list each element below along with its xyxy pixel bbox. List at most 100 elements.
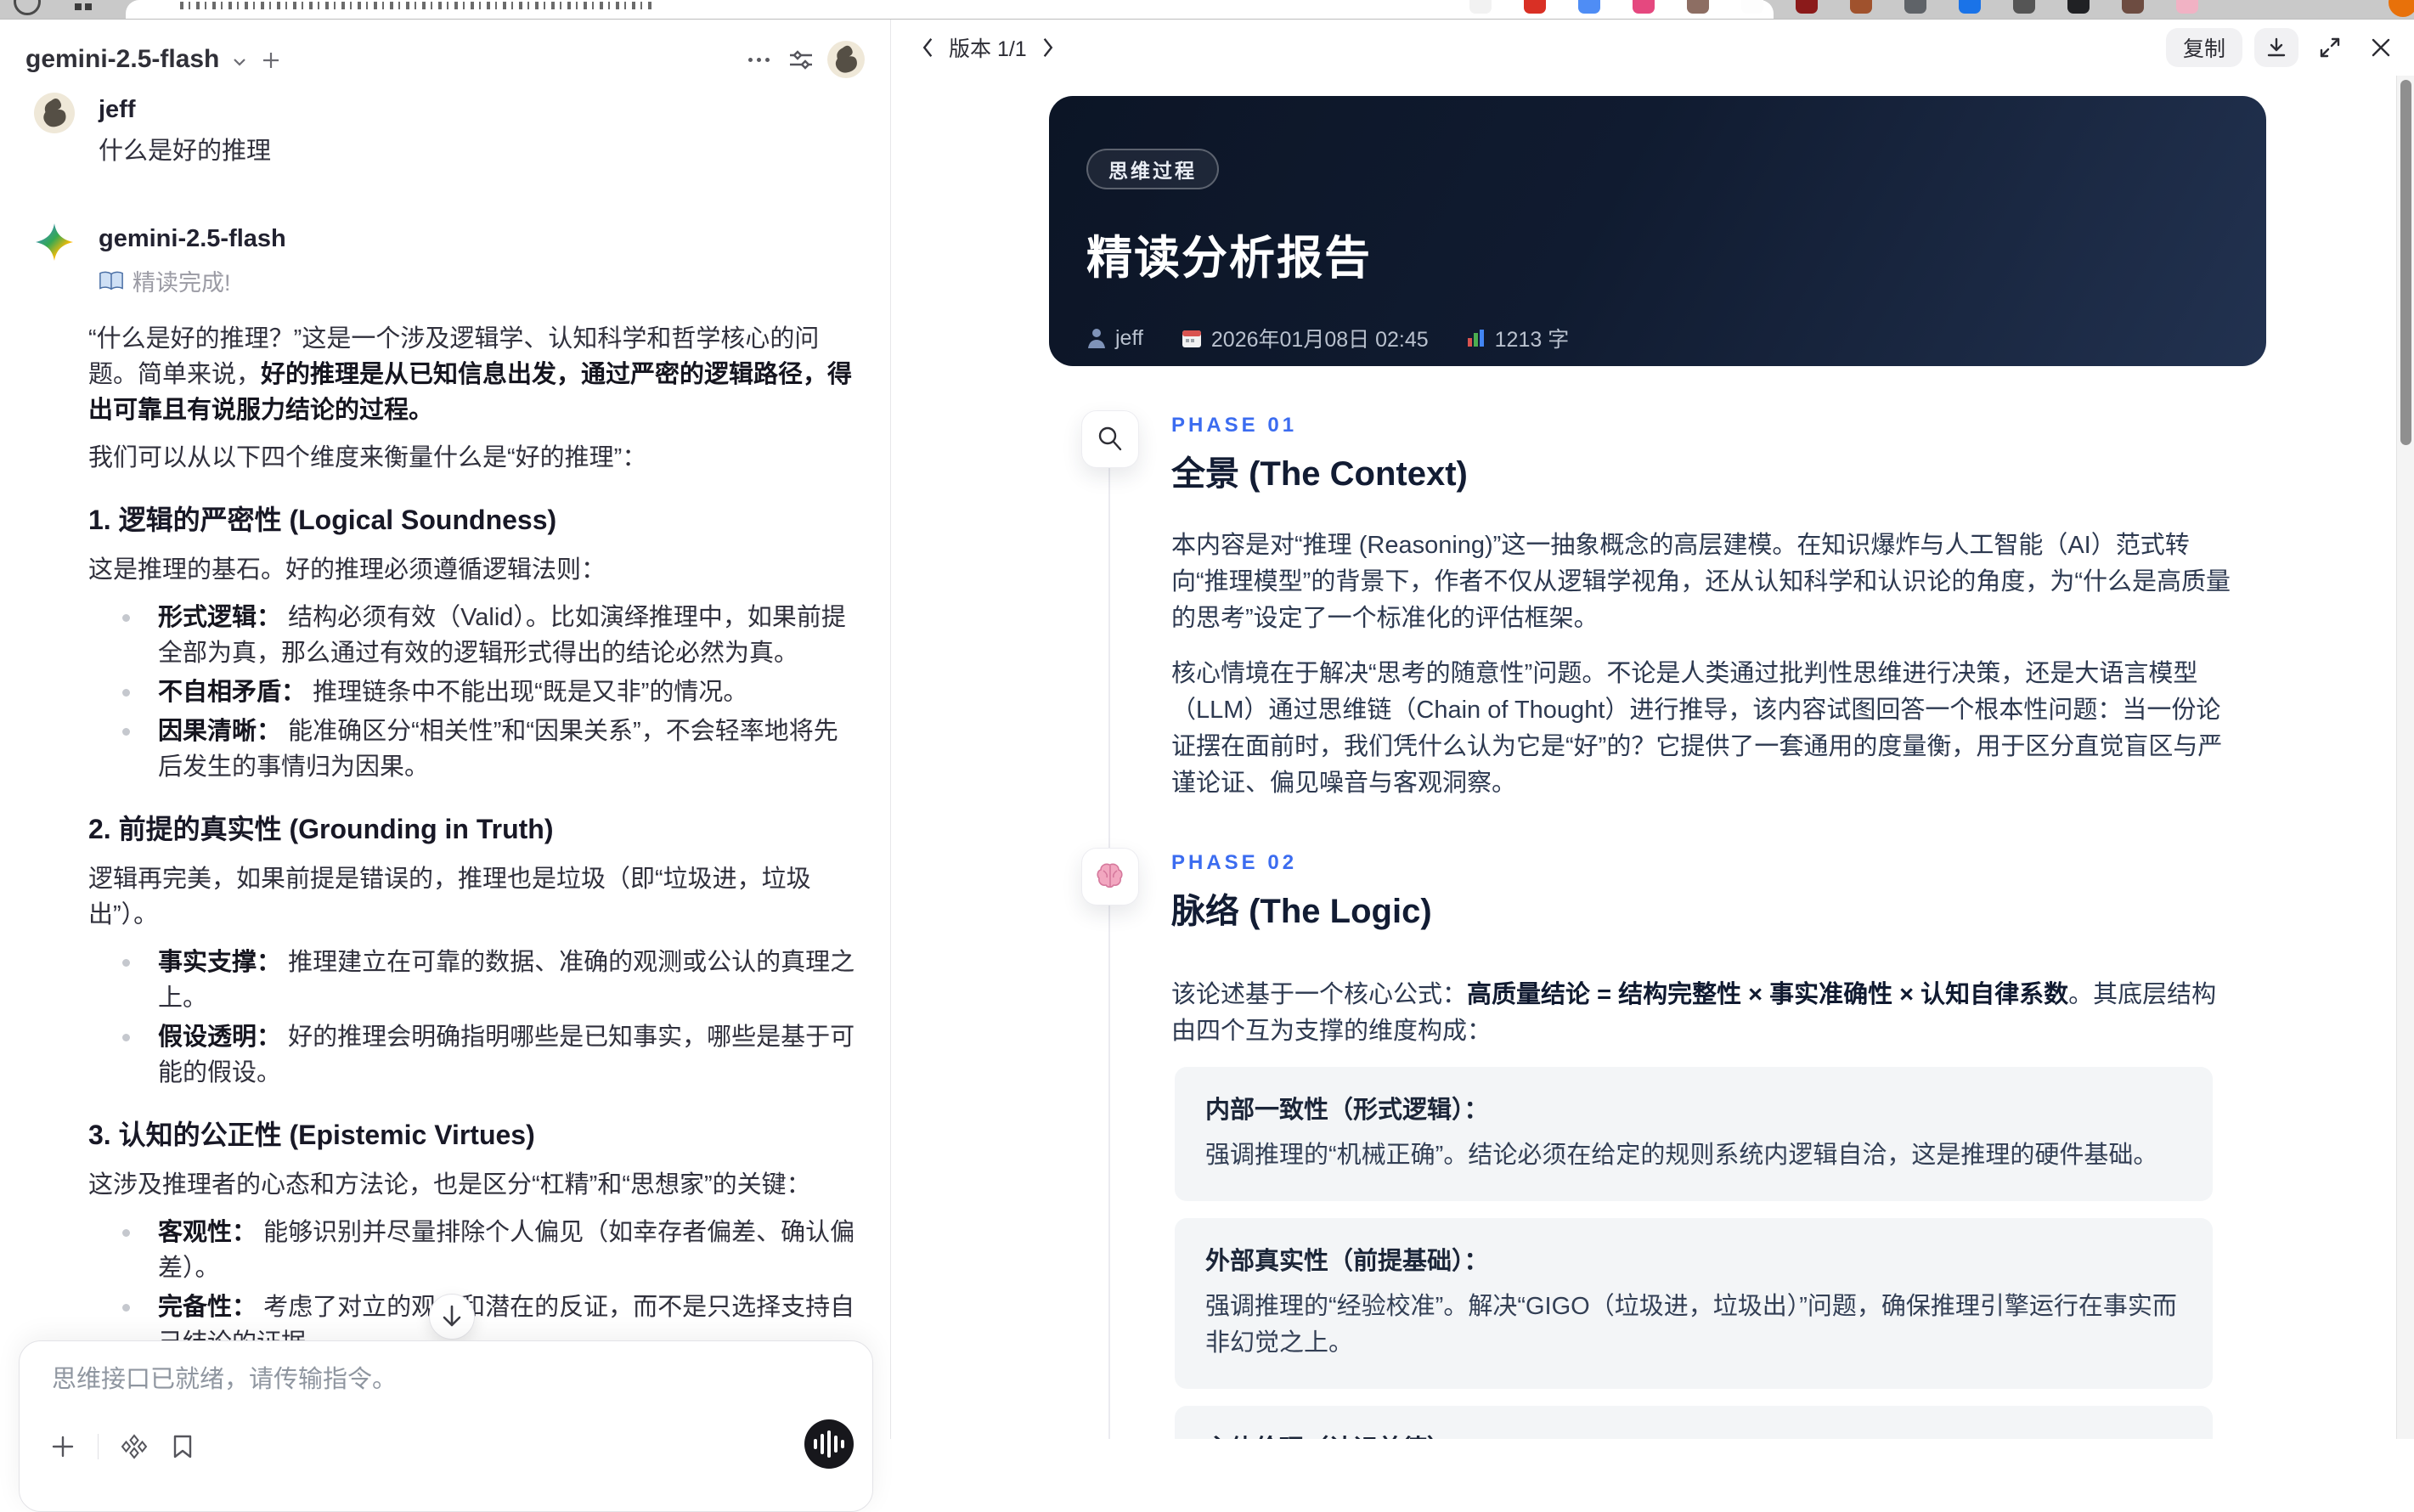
report-content[interactable]: 思维过程 精读分析报告 jeff 2026年01月08日 02:45 1213 … <box>891 76 2396 1439</box>
extension-icon[interactable] <box>1959 0 1981 14</box>
chat-panel: gemini-2.5-flash jeff 什么是好的推理 gemini-2.5… <box>0 20 891 1512</box>
person-icon <box>1088 329 1105 348</box>
report-header: 版本 1/1 复制 <box>891 20 2414 76</box>
brain-icon <box>1081 848 1139 906</box>
phase-section-1: PHASE 01 全景 (The Context) 本内容是对“推理 (Reas… <box>1081 410 2236 802</box>
assistant-message-content: “什么是好的推理？”这是一个涉及逻辑学、认知科学和哲学核心的问题。简单来说，好的… <box>88 321 860 1439</box>
assistant-message: gemini-2.5-flash 精读完成! <box>34 222 860 297</box>
conversation-title[interactable]: gemini-2.5-flash <box>25 45 219 74</box>
phase-paragraph: 核心情境在于解决“思考的随意性”问题。不论是人类通过批判性思维进行决策，还是大语… <box>1171 660 2223 797</box>
user-avatar <box>34 93 75 133</box>
dimension-card-3: 主体伦理（认识美德）： 转向推理者的心理特征。引入奥卡姆剃刀和反向论证，旨在克服… <box>1175 1406 2213 1439</box>
user-message: jeff 什么是好的推理 <box>34 93 860 169</box>
skills-sparkle-icon[interactable] <box>121 1433 148 1460</box>
download-button[interactable] <box>2254 28 2298 67</box>
dimension-card-2: 外部真实性（前提基础）： 强调推理的“经验校准”。解决“GIGO（垃圾进，垃圾出… <box>1175 1218 2213 1389</box>
more-options-icon[interactable] <box>743 53 775 67</box>
close-button[interactable] <box>2361 28 2400 67</box>
browser-toolbar <box>0 0 2414 20</box>
composer-toolbar <box>50 1433 195 1460</box>
list-item: 客观性： 能够识别并尽量排除个人偏见（如幸存者偏差、确认偏差）。 <box>88 1215 860 1286</box>
list-item: 形式逻辑： 结构必须有效（Valid）。比如演绎推理中，如果前提全部为真，那么通… <box>88 600 860 671</box>
calendar-icon <box>1182 330 1201 347</box>
extension-icon[interactable] <box>1633 0 1655 14</box>
extension-icon[interactable] <box>1524 0 1546 14</box>
section-heading: 2. 前提的真实性 (Grounding in Truth) <box>88 814 554 844</box>
address-bar-text <box>180 2 656 9</box>
report-panel: 版本 1/1 复制 思维过程 精读分析报告 jeff 2026年01月08日 0… <box>891 20 2414 1439</box>
report-meta: jeff 2026年01月08日 02:45 1213 字 <box>1086 323 2225 353</box>
gemini-star-icon <box>34 222 75 262</box>
meta-author: jeff <box>1086 326 1143 351</box>
report-hero-card: 思维过程 精读分析报告 jeff 2026年01月08日 02:45 1213 … <box>1049 96 2266 366</box>
report-controls: 复制 <box>2165 28 2400 67</box>
chat-messages[interactable]: jeff 什么是好的推理 gemini-2.5-flash 精读完成! “什么是… <box>0 87 890 1439</box>
paragraph: 这是推理的基石。好的推理必须遵循逻辑法则： <box>88 556 606 584</box>
expand-icon <box>2320 37 2340 58</box>
avatar-ink-figure <box>835 45 857 73</box>
new-chat-icon[interactable] <box>260 49 282 71</box>
phase-lead-paragraph: 该论述基于一个核心公式：高质量结论 = 结构完整性 × 事实准确性 × 认知自律… <box>1171 981 2217 1045</box>
apps-grid-icon[interactable] <box>75 0 100 14</box>
paragraph: 这涉及推理者的心态和方法论，也是区分“杠精”和“思想家”的关键： <box>88 1171 811 1199</box>
avatar-ink-figure <box>43 98 66 127</box>
close-icon <box>2372 38 2390 57</box>
copy-button[interactable]: 复制 <box>2165 28 2242 67</box>
list-item: 假设透明： 好的推理会明确指明哪些是已知事实，哪些是基于可能的假设。 <box>88 1019 860 1091</box>
next-version-icon[interactable] <box>1041 37 1056 59</box>
scrollbar-track[interactable] <box>2396 76 2414 1439</box>
prev-version-icon[interactable] <box>920 37 935 59</box>
extension-icon[interactable] <box>1904 0 1926 14</box>
version-navigator: 版本 1/1 <box>920 32 1056 63</box>
phase-timeline: PHASE 01 全景 (The Context) 本内容是对“推理 (Reas… <box>1081 366 2236 1439</box>
bullet-list: 形式逻辑： 结构必须有效（Valid）。比如演绎推理中，如果前提全部为真，那么通… <box>88 600 860 785</box>
settings-sliders-icon[interactable] <box>787 45 815 74</box>
paragraph: “什么是好的推理？”这是一个涉及逻辑学、认知科学和哲学核心的问题。简单来说，好的… <box>88 325 853 424</box>
attach-plus-icon[interactable] <box>50 1434 76 1459</box>
paragraph: 逻辑再完美，如果前提是错误的，推理也是垃圾（即“垃圾进，垃圾出”）。 <box>88 866 811 928</box>
user-avatar[interactable] <box>827 41 865 78</box>
scrollbar-thumb[interactable] <box>2400 80 2411 445</box>
chat-input[interactable] <box>50 1365 801 1395</box>
version-label: 版本 1/1 <box>949 37 1027 61</box>
scroll-to-bottom-button[interactable] <box>429 1294 475 1340</box>
meta-word-count: 1213 字 <box>1466 323 1569 353</box>
bookmark-icon[interactable] <box>170 1433 195 1460</box>
section-heading: 3. 认知的公正性 (Epistemic Virtues) <box>88 1120 535 1150</box>
list-item: 事实支撑： 推理建立在可靠的数据、准确的观测或公认的真理之上。 <box>88 945 860 1016</box>
phase-title: 脉络 (The Logic) <box>1171 893 1432 930</box>
bullet-list: 事实支撑： 推理建立在可靠的数据、准确的观测或公认的真理之上。 假设透明： 好的… <box>88 945 860 1091</box>
extension-icon-profile[interactable] <box>2389 0 2414 17</box>
extension-icon[interactable] <box>2122 0 2144 14</box>
arrow-down-icon <box>443 1305 461 1327</box>
list-item: 不自相矛盾： 推理链条中不能出现“既是又非”的情况。 <box>88 674 860 710</box>
reload-icon[interactable] <box>14 0 41 15</box>
extension-icon[interactable] <box>1687 0 1709 14</box>
extension-icon[interactable] <box>2176 0 2198 14</box>
voice-input-button[interactable] <box>804 1419 854 1469</box>
phase-section-2: PHASE 02 脉络 (The Logic) 该论述基于一个核心公式：高质量结… <box>1081 848 2236 1439</box>
message-composer[interactable] <box>19 1340 873 1512</box>
extension-icon[interactable] <box>2013 0 2035 14</box>
extension-icon[interactable] <box>1741 0 1763 14</box>
report-title: 精读分析报告 <box>1086 233 1372 284</box>
extension-icon[interactable] <box>1796 0 1818 14</box>
chat-header: gemini-2.5-flash <box>0 31 890 87</box>
phase-paragraph: 本内容是对“推理 (Reasoning)”这一抽象概念的高层建模。在知识爆炸与人… <box>1171 532 2231 632</box>
extension-icon[interactable] <box>1469 0 1492 14</box>
phase-title: 全景 (The Context) <box>1171 455 1468 493</box>
meta-date: 2026年01月08日 02:45 <box>1181 323 1429 353</box>
chevron-down-icon[interactable] <box>231 54 248 71</box>
bar-chart-icon <box>1467 330 1484 347</box>
assistant-name: gemini-2.5-flash <box>99 225 286 252</box>
extension-icons <box>1469 0 2198 14</box>
extension-icon[interactable] <box>2067 0 2090 14</box>
section-heading: 1. 逻辑的严密性 (Logical Soundness) <box>88 505 557 535</box>
extension-icon[interactable] <box>1850 0 1872 14</box>
paragraph: 我们可以从以下四个维度来衡量什么是“好的推理”： <box>88 444 647 471</box>
expand-button[interactable] <box>2310 28 2349 67</box>
phase-label: PHASE 01 <box>1171 414 1298 437</box>
assistant-status: 精读完成! <box>99 264 286 297</box>
extension-icon[interactable] <box>1578 0 1600 14</box>
user-message-text: 什么是好的推理 <box>99 138 272 165</box>
